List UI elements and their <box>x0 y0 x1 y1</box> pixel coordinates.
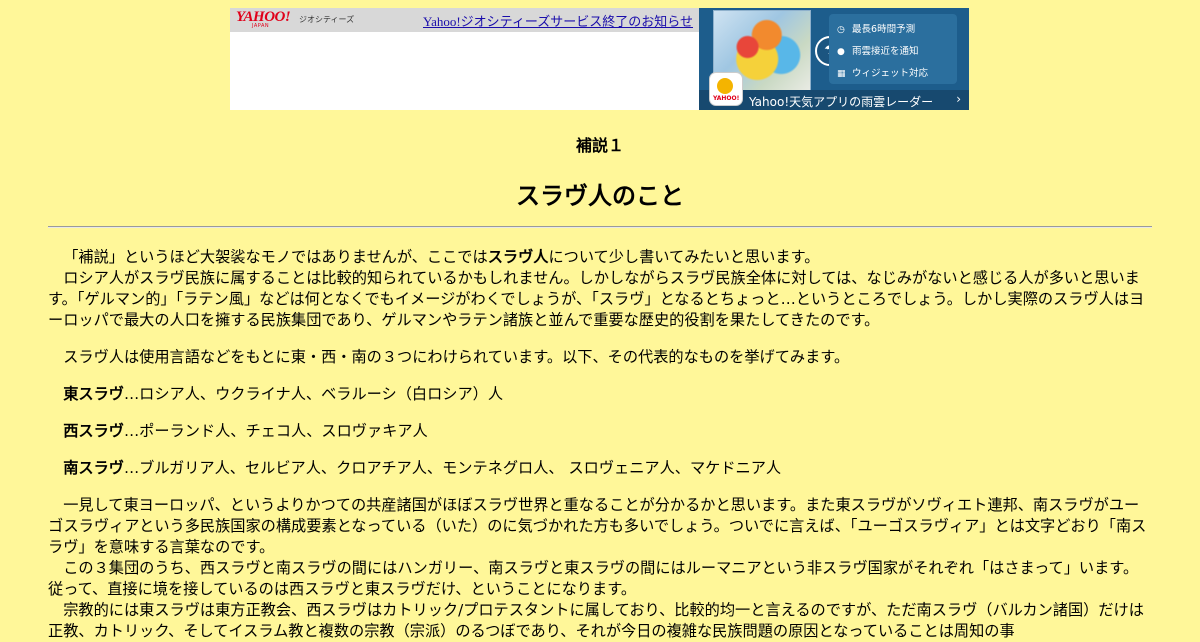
intro-text: について少し書いてみたいと思います。 <box>548 248 820 266</box>
paragraph-intro: 「補説」というほど大袈裟なモノではありませんが、ここではスラヴ人について少し書い… <box>48 247 1152 268</box>
ad-feature-notify: ● 雨雲接近を通知 <box>837 43 919 57</box>
article-body: 「補説」というほど大袈裟なモノではありませんが、ここではスラヴ人について少し書い… <box>48 247 1152 642</box>
group-members: …ブルガリア人、セルビア人、クロアチア人、モンテネグロ人、 スロヴェニア人、マケ… <box>123 459 782 477</box>
paragraph: この３集団のうち、西スラヴと南スラヴの間にはハンガリー、南スラヴと東スラヴの間に… <box>48 559 1139 598</box>
ad-feature-label: ウィジェット対応 <box>852 68 929 79</box>
chevron-right-icon: › <box>956 92 961 106</box>
banner-header: YAHOO! JAPAN ジオシティーズ Yahoo!ジオシティーズサービス終了… <box>230 8 699 32</box>
pin-icon: ● <box>837 47 845 57</box>
ad-feature-forecast: ◷ 最長6時間予測 <box>837 21 915 35</box>
intro-text: 「補説」というほど大袈裟なモノではありませんが、ここでは <box>63 248 488 266</box>
ad-feature-panel: ◷ 最長6時間予測 ● 雨雲接近を通知 ▦ ウィジェット対応 <box>829 14 957 84</box>
weather-app-icon: YAHOO! <box>709 72 743 106</box>
geocities-logo-text: ジオシティーズ <box>299 15 355 24</box>
paragraph: 宗教的には東スラヴは東方正教会、西スラヴはカトリック/プロテスタントに属しており… <box>48 601 1144 640</box>
page-subtitle: 補説１ <box>575 136 624 155</box>
ad-feature-widget: ▦ ウィジェット対応 <box>837 65 928 79</box>
ad-feature-label: 最長6時間予測 <box>852 24 916 35</box>
group-item-east: 東スラヴ…ロシア人、ウクライナ人、ベラルーシ（白ロシア）人 <box>48 384 1152 405</box>
ad-feature-label: 雨雲接近を通知 <box>852 46 919 57</box>
group-name: 東スラヴ <box>63 385 124 403</box>
sun-icon <box>717 78 733 94</box>
paragraph: ロシア人がスラヴ民族に属することは比較的知られているかもしれません。しかしながら… <box>48 269 1145 329</box>
group-members: …ポーランド人、チェコ人、スロヴァキア人 <box>123 422 428 440</box>
app-icon-label: YAHOO! <box>713 95 740 102</box>
intro-bold: スラヴ人 <box>487 248 549 266</box>
group-name: 南スラヴ <box>63 459 124 477</box>
page-title: スラヴ人のこと <box>516 182 684 210</box>
yahoo-logo-sub: JAPAN <box>252 23 270 29</box>
group-members: …ロシア人、ウクライナ人、ベラルーシ（白ロシア）人 <box>123 385 504 403</box>
group-item-west: 西スラヴ…ポーランド人、チェコ人、スロヴァキア人 <box>48 421 1152 442</box>
ad-cta-text[interactable]: Yahoo!天気アプリの雨雲レーダー <box>749 93 933 110</box>
group-name: 西スラヴ <box>63 422 124 440</box>
clock-icon: ◷ <box>837 25 845 35</box>
widget-icon: ▦ <box>837 69 846 79</box>
paragraph: 一見して東ヨーロッパ、というよりかつての共産諸国がほぼスラヴ世界と重なることが分… <box>48 496 1147 556</box>
group-item-south: 南スラヴ…ブルガリア人、セルビア人、クロアチア人、モンテネグロ人、 スロヴェニア… <box>48 458 1152 479</box>
service-end-notice-link[interactable]: Yahoo!ジオシティーズサービス終了のお知らせ <box>423 11 693 30</box>
weather-app-ad[interactable]: ☂ ◷ 最長6時間予測 ● 雨雲接近を通知 ▦ ウィジェット対応 Yahoo!天… <box>699 8 969 110</box>
geocities-banner: YAHOO! JAPAN ジオシティーズ Yahoo!ジオシティーズサービス終了… <box>230 8 969 110</box>
paragraph: スラヴ人は使用言語などをもとに東・西・南の３つにわけられています。以下、その代表… <box>63 348 850 366</box>
horizontal-divider <box>48 226 1152 228</box>
